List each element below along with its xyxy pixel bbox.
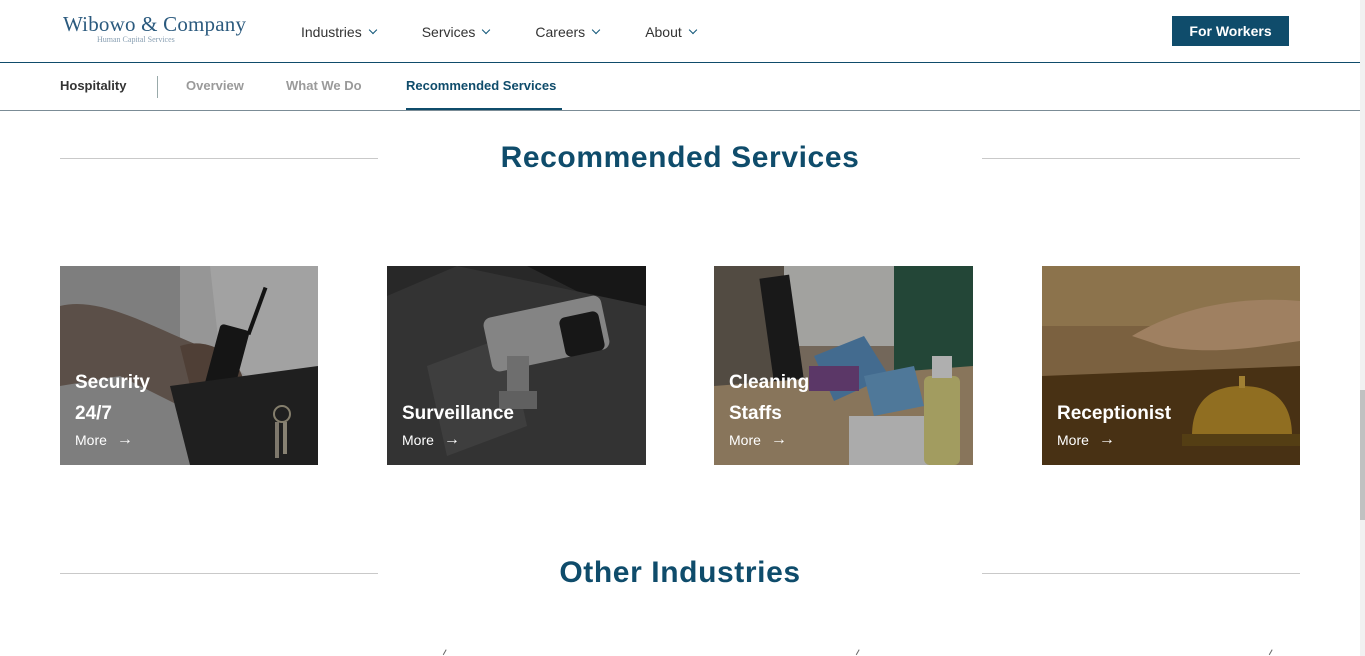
nav-careers[interactable]: Careers bbox=[535, 22, 601, 42]
subnav-current-industry[interactable]: Hospitality bbox=[60, 78, 126, 93]
nav-careers-label: Careers bbox=[535, 24, 586, 40]
main-nav: Industries Services Careers About bbox=[301, 22, 742, 42]
other-industries-heading: Other Industries bbox=[559, 556, 801, 589]
subnav-divider bbox=[157, 76, 158, 98]
card-more-link[interactable]: More → bbox=[402, 431, 460, 449]
logo[interactable]: Wibowo & Company Human Capital Services bbox=[63, 13, 246, 45]
partial-icon bbox=[442, 649, 450, 656]
service-card-cleaning-staffs[interactable]: Cleaning Staffs More → bbox=[714, 266, 973, 465]
nav-services[interactable]: Services bbox=[421, 22, 491, 42]
arrow-right-icon: → bbox=[770, 431, 787, 448]
chevron-down-icon bbox=[482, 25, 491, 35]
card-title-line2: 24/7 bbox=[75, 403, 112, 424]
section-divider-right bbox=[982, 158, 1300, 159]
nav-about-label: About bbox=[645, 24, 682, 40]
recommended-services-heading: Recommended Services bbox=[500, 141, 860, 174]
active-tab-indicator bbox=[406, 108, 562, 110]
arrow-right-icon: → bbox=[116, 431, 133, 448]
page-scrollbar-track[interactable] bbox=[1360, 0, 1365, 656]
card-title-line1: Security bbox=[75, 372, 150, 393]
subnav-tab-overview[interactable]: Overview bbox=[186, 78, 244, 93]
card-title-line2: Staffs bbox=[729, 403, 782, 424]
card-title: Receptionist bbox=[1057, 398, 1187, 429]
arrow-right-icon: → bbox=[1098, 431, 1115, 448]
card-title: Surveillance bbox=[402, 398, 532, 429]
nav-about[interactable]: About bbox=[645, 22, 698, 42]
for-workers-button[interactable]: For Workers bbox=[1172, 16, 1289, 46]
chevron-down-icon bbox=[591, 25, 601, 35]
nav-industries[interactable]: Industries bbox=[301, 22, 377, 42]
more-label: More bbox=[402, 432, 434, 448]
partial-icon bbox=[855, 649, 863, 656]
arrow-right-icon: → bbox=[443, 431, 460, 448]
subnav-tab-what-we-do[interactable]: What We Do bbox=[286, 78, 362, 93]
card-title: Cleaning Staffs bbox=[729, 367, 859, 429]
card-title-line1: Surveillance bbox=[402, 403, 514, 424]
card-title-line1: Cleaning bbox=[729, 372, 810, 393]
nav-services-label: Services bbox=[421, 24, 476, 40]
site-header: Wibowo & Company Human Capital Services … bbox=[0, 0, 1360, 63]
card-more-link[interactable]: More → bbox=[75, 431, 133, 449]
service-card-receptionist[interactable]: Receptionist More → bbox=[1042, 266, 1300, 465]
section-divider-left bbox=[60, 573, 378, 574]
card-title-line1: Receptionist bbox=[1057, 403, 1172, 424]
logo-name: Wibowo & Company bbox=[63, 12, 247, 36]
nav-industries-label: Industries bbox=[301, 24, 362, 40]
service-card-security[interactable]: Security 24/7 More → bbox=[60, 266, 318, 465]
service-card-surveillance[interactable]: Surveillance More → bbox=[387, 266, 646, 465]
partial-icon bbox=[1268, 649, 1276, 656]
card-more-link[interactable]: More → bbox=[1057, 431, 1115, 449]
chevron-down-icon bbox=[368, 25, 377, 35]
more-label: More bbox=[75, 432, 107, 448]
section-divider-right bbox=[982, 573, 1300, 574]
sub-navigation: Hospitality Overview What We Do Recommen… bbox=[0, 63, 1360, 111]
more-label: More bbox=[729, 432, 761, 448]
chevron-down-icon bbox=[688, 25, 698, 35]
more-label: More bbox=[1057, 432, 1089, 448]
card-more-link[interactable]: More → bbox=[729, 431, 787, 449]
subnav-tab-recommended-services[interactable]: Recommended Services bbox=[406, 78, 556, 93]
card-title: Security 24/7 bbox=[75, 367, 205, 429]
logo-subtitle: Human Capital Services bbox=[97, 35, 175, 44]
section-divider-left bbox=[60, 158, 378, 159]
page-scrollbar-thumb[interactable] bbox=[1360, 390, 1365, 520]
